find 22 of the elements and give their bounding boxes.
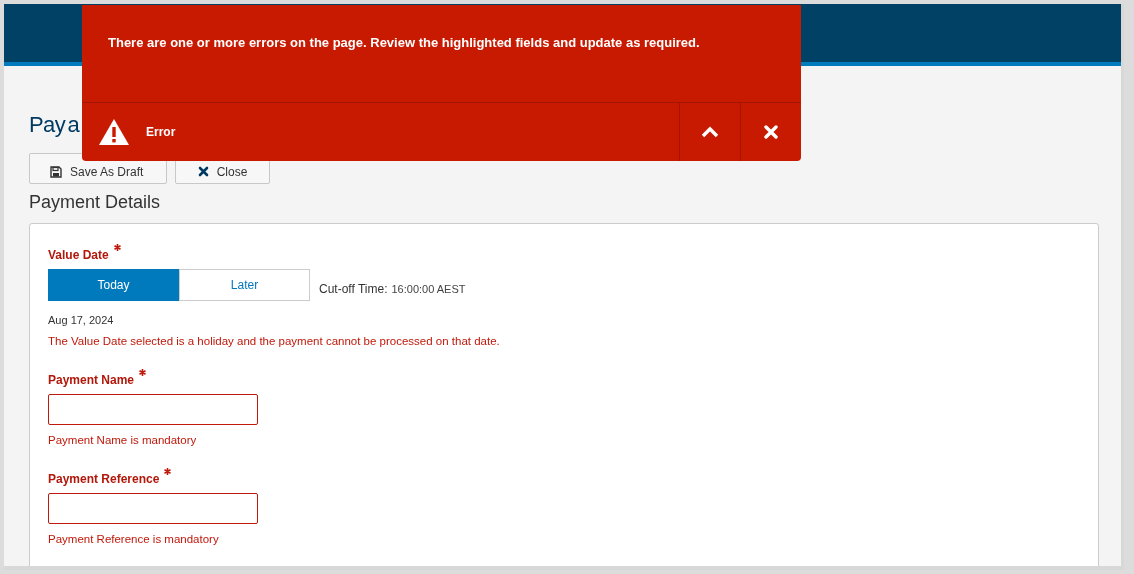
input-field[interactable]: [48, 394, 258, 425]
error-message: Payment Reference is mandatory: [48, 533, 220, 545]
error-message: Payment Name is mandatory: [48, 434, 198, 446]
save-icon: [50, 165, 62, 178]
cutoff-time: 16:00:00 AEST: [391, 283, 466, 295]
field-label: Payment Reference: [48, 472, 160, 486]
page-title: Pay a: [29, 111, 80, 139]
cutoff-label: Cut-off Time:: [319, 282, 388, 296]
date-option-tab[interactable]: Today: [48, 269, 179, 301]
field-label: Value Date: [48, 248, 109, 262]
error-message: The Value Date selected is a holiday and the payment cannot be processed on that date.: [48, 335, 501, 347]
chevron-up-icon: [701, 126, 719, 138]
field-label: Payment Name: [48, 373, 135, 387]
section-title: Payment Details: [29, 192, 162, 213]
close-icon: [764, 125, 778, 139]
warning-icon: [98, 118, 130, 146]
error-message: There are one or more errors on the page. Review the highlighted fields and update as required.: [107, 34, 701, 52]
selected-date: Aug 17, 2024: [48, 314, 115, 326]
date-option-tab[interactable]: Later: [179, 269, 310, 301]
severity-label: Error: [146, 125, 177, 139]
input-field[interactable]: [48, 493, 258, 524]
close-icon: [197, 166, 209, 177]
